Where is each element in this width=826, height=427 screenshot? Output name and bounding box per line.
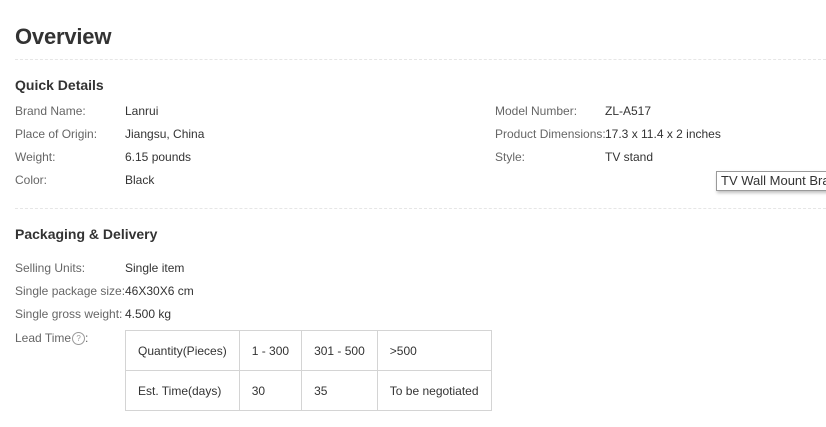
table-cell: 30 <box>238 370 303 411</box>
lead-time-colon: : <box>85 331 89 345</box>
attr-value: ZL-A517 <box>605 104 652 118</box>
attr-label: Place of Origin: <box>15 127 98 141</box>
lead-time-table: Quantity(Pieces) 1 - 300 301 - 500 >500 … <box>125 330 492 411</box>
lead-time-label: Lead Time?: <box>15 330 88 346</box>
attr-value: 4.500 kg <box>125 307 172 321</box>
table-cell: 1 - 300 <box>238 330 303 371</box>
attr-label: Single gross weight: <box>15 307 123 321</box>
attr-label: Model Number: <box>495 104 578 118</box>
table-cell: >500 <box>376 330 492 371</box>
table-cell: Est. Time(days) <box>125 370 240 411</box>
attr-label: Color: <box>15 173 48 187</box>
attr-value: Single item <box>125 261 185 275</box>
attr-value: Lanrui <box>125 104 159 118</box>
table-row: Quantity(Pieces) 1 - 300 301 - 500 >500 <box>125 330 492 371</box>
table-row: Est. Time(days) 30 35 To be negotiated <box>125 370 492 411</box>
attr-value: 6.15 pounds <box>125 150 192 164</box>
table-cell: 301 - 500 <box>301 330 378 371</box>
attr-label: Single package size: <box>15 284 126 298</box>
attr-label: Brand Name: <box>15 104 86 118</box>
table-cell: 35 <box>301 370 378 411</box>
quick-details-title: Quick Details <box>15 77 104 93</box>
packaging-delivery-title: Packaging & Delivery <box>15 226 158 242</box>
attr-value: Black <box>125 173 155 187</box>
table-cell: Quantity(Pieces) <box>125 330 240 371</box>
attr-label: Weight: <box>15 150 56 164</box>
attr-label: Product Dimensions: <box>495 127 606 141</box>
table-cell: To be negotiated <box>376 370 492 411</box>
tooltip: TV Wall Mount Bra <box>716 171 826 191</box>
attr-label: Style: <box>495 150 526 164</box>
attr-value: 46X30X6 cm <box>125 284 194 298</box>
page-title: Overview <box>15 24 112 49</box>
question-circle-icon[interactable]: ? <box>72 332 86 346</box>
attr-label: Selling Units: <box>15 261 86 275</box>
divider <box>15 208 826 209</box>
attr-value: TV stand <box>605 150 654 164</box>
lead-time-text: Lead Time <box>15 331 72 345</box>
attr-value: 17.3 x 11.4 x 2 inches <box>605 127 721 141</box>
attr-value: Jiangsu, China <box>125 127 205 141</box>
divider <box>15 59 826 60</box>
